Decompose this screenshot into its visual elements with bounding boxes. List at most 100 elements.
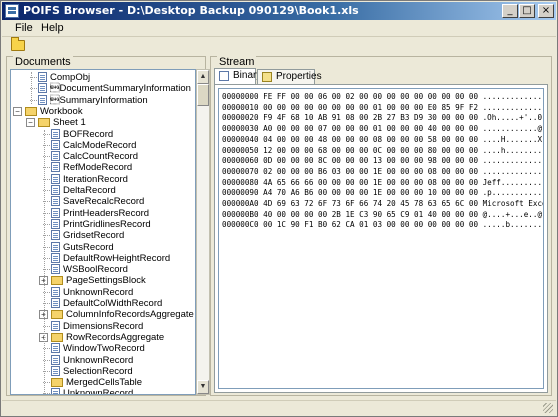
tab-properties-label: Properties: [276, 71, 322, 82]
tree-node[interactable]: GutsRecord: [51, 241, 114, 253]
tree-node[interactable]: GridsetRecord: [51, 230, 124, 241]
window-title: POIFS Browser - D:\Desktop Backup 090129…: [23, 4, 359, 17]
scroll-thumb[interactable]: [197, 84, 209, 106]
tree-node-label: CalcModeRecord: [63, 139, 137, 151]
tree-node-label: PrintHeadersRecord: [63, 207, 150, 219]
hex-line: 000000C0 00 1C 90 F1 B0 62 CA 01 03 00 0…: [222, 220, 544, 230]
tree-node-label: DimensionsRecord: [63, 320, 144, 332]
tree-node-label: SaveRecalcRecord: [63, 196, 145, 208]
tree-node[interactable]: CalcModeRecord: [51, 139, 137, 151]
documents-group: Documents CompObj DocumentSummaryInforma…: [6, 56, 210, 396]
tree-node-label: CalcCountRecord: [63, 151, 138, 163]
document-icon: [38, 83, 47, 94]
open-folder-icon[interactable]: [11, 37, 25, 51]
tree-node[interactable]: UnknownRecord: [51, 286, 134, 298]
tree-node[interactable]: WindowTwoRecord: [51, 343, 145, 354]
tree-node[interactable]: PrintGridlinesRecord: [51, 218, 151, 230]
tree-node[interactable]: DefaultRowHeightRecord: [51, 252, 170, 264]
tree-node[interactable]: SaveRecalcRecord: [51, 196, 144, 207]
tab-properties[interactable]: Properties: [257, 69, 322, 84]
tree-node[interactable]: RefModeRecord: [51, 162, 132, 173]
tree-expander[interactable]: −: [26, 118, 35, 128]
tree-node-label: UnknownRecord: [63, 354, 134, 366]
tree-node[interactable]: WSBoolRecord: [51, 264, 128, 275]
folder-icon: [38, 118, 50, 128]
hex-line: 00000070 02 00 00 00 B6 03 00 00 1E 00 0…: [222, 166, 544, 176]
tree-node-label: RefModeRecord: [63, 162, 133, 174]
tree-node[interactable]: Sheet 1: [38, 117, 86, 128]
tree-node[interactable]: DocumentSummaryInformation: [38, 83, 191, 94]
tree-node[interactable]: RowRecordsAggregate: [51, 332, 164, 343]
title-bar[interactable]: POIFS Browser - D:\Desktop Backup 090129…: [2, 2, 556, 20]
tree-node[interactable]: PageSettingsBlock: [51, 275, 146, 286]
tree-node[interactable]: DeltaRecord: [51, 185, 116, 196]
menu-file[interactable]: File: [15, 22, 33, 34]
tree-node-label: GutsRecord: [63, 241, 114, 253]
tree-node-label: PrintGridlinesRecord: [63, 218, 151, 230]
menu-help[interactable]: Help: [41, 22, 64, 34]
tree-node[interactable]: DefaultColWidthRecord: [51, 298, 162, 309]
tree-node[interactable]: UnknownRecord: [51, 388, 133, 394]
documents-tree[interactable]: CompObj DocumentSummaryInformation Summa…: [10, 69, 196, 395]
binary-icon: [219, 71, 229, 81]
tree-node-label: SummaryInformation: [50, 94, 148, 106]
document-icon: [51, 354, 60, 365]
tree-node[interactable]: IterationRecord: [51, 173, 128, 185]
document-icon: [38, 72, 47, 82]
document-icon: [51, 343, 60, 354]
document-icon: [51, 218, 60, 229]
binary-panel: 00000000 FE FF 00 00 06 00 02 00 00 00 0…: [214, 84, 548, 393]
maximize-button[interactable]: □: [519, 4, 535, 18]
folder-icon: [51, 332, 63, 342]
hex-view[interactable]: 00000000 FE FF 00 00 06 00 02 00 00 00 0…: [218, 88, 544, 389]
tree-node[interactable]: CompObj: [38, 72, 90, 83]
folder-icon: [25, 106, 37, 116]
tree-node[interactable]: ColumnInfoRecordsAggregate: [51, 309, 194, 320]
hex-line: 000000B0 40 00 00 00 00 2B 1E C3 90 65 C…: [222, 209, 544, 219]
tree-guide-line: [44, 130, 45, 394]
tree-node-label: Workbook: [40, 105, 83, 117]
menu-bar: File Help: [2, 21, 556, 37]
tree-scrollbar[interactable]: ▲ ▼: [196, 69, 210, 395]
document-icon: [51, 230, 60, 241]
tree-node-label: UnknownRecord: [63, 286, 134, 298]
tree-node[interactable]: SummaryInformation: [38, 94, 148, 106]
tree-node-label: IterationRecord: [63, 173, 128, 185]
folder-icon: [51, 310, 63, 320]
resize-grip-icon[interactable]: [543, 403, 553, 413]
document-icon: [51, 151, 60, 162]
tree-node-label: WSBoolRecord: [63, 264, 128, 276]
document-icon: [51, 196, 60, 207]
app-window: POIFS Browser - D:\Desktop Backup 090129…: [0, 0, 558, 417]
hex-line: 00000020 F9 4F 68 10 AB 91 08 00 2B 27 B…: [222, 113, 544, 123]
stream-label: Stream: [217, 56, 257, 68]
minimize-button[interactable]: _: [502, 4, 518, 18]
tree-node[interactable]: PrintHeadersRecord: [51, 207, 150, 219]
scroll-down-button[interactable]: ▼: [197, 380, 209, 394]
tree-node-label: DeltaRecord: [63, 185, 116, 196]
document-icon: [51, 207, 60, 218]
toolbar: [2, 37, 556, 54]
tree-node-label: MergedCellsTable: [66, 377, 143, 389]
hex-line: 00000050 12 00 00 00 68 00 00 00 0C 00 0…: [222, 145, 544, 155]
tree-node[interactable]: Workbook: [25, 106, 83, 117]
tree-node[interactable]: MergedCellsTable: [51, 377, 142, 388]
tree-expander[interactable]: −: [13, 106, 22, 116]
document-icon: [51, 320, 60, 331]
document-icon: [51, 173, 60, 184]
tree-node-label: DocumentSummaryInformation: [50, 83, 191, 95]
scroll-up-button[interactable]: ▲: [197, 70, 209, 84]
close-button[interactable]: ×: [538, 4, 554, 18]
document-icon: [51, 286, 60, 297]
document-icon: [51, 252, 60, 263]
hex-line: 00000030 A0 00 00 00 07 00 00 00 01 00 0…: [222, 124, 544, 134]
tree-node[interactable]: CalcCountRecord: [51, 151, 138, 162]
tree-node[interactable]: SelectionRecord: [51, 365, 133, 377]
document-icon: [51, 264, 60, 275]
tree-node[interactable]: BOFRecord: [51, 128, 113, 140]
tree-guide-line: [31, 72, 32, 104]
hex-line: 00000090 A4 70 A6 B6 00 00 00 00 1E 00 0…: [222, 188, 544, 198]
tab-binary[interactable]: Binary: [214, 68, 261, 84]
tree-node[interactable]: DimensionsRecord: [51, 320, 144, 332]
tree-node[interactable]: UnknownRecord: [51, 354, 134, 366]
